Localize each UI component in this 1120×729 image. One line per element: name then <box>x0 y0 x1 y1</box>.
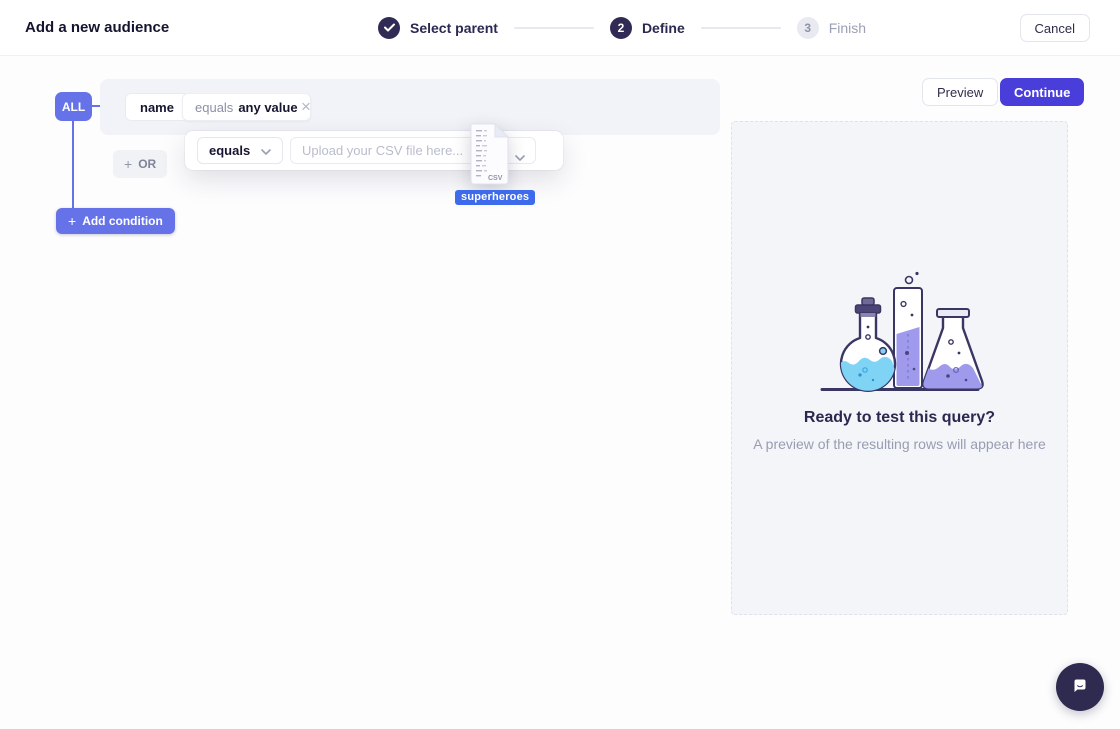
plus-icon: + <box>124 156 132 172</box>
continue-button[interactable]: Continue <box>1000 78 1084 106</box>
step-2-label: Define <box>642 20 685 36</box>
condition-operator-chip[interactable]: equals any value <box>182 93 311 121</box>
add-condition-button[interactable]: + Add condition <box>56 208 175 234</box>
step-1-circle <box>378 17 400 39</box>
step-2-circle: 2 <box>610 17 632 39</box>
add-audience-screen: Add a new audience Select parent 2 Defin… <box>0 0 1120 729</box>
csv-file-icon[interactable]: CSV <box>467 123 511 185</box>
chat-launcher-button[interactable] <box>1056 663 1104 711</box>
stepper: Select parent 2 Define 3 Finish <box>378 0 866 56</box>
preview-button[interactable]: Preview <box>922 78 998 106</box>
csv-file-type-label: CSV <box>488 175 503 182</box>
preview-panel: Ready to test this query? A preview of t… <box>731 121 1068 615</box>
step-3-circle: 3 <box>797 17 819 39</box>
step-define: 2 Define <box>610 17 685 39</box>
flasks-illustration <box>810 270 990 401</box>
check-icon <box>384 21 395 35</box>
preview-panel-title: Ready to test this query? <box>732 409 1067 427</box>
condition-field-chip[interactable]: name <box>125 93 189 121</box>
header: Add a new audience Select parent 2 Defin… <box>0 0 1120 56</box>
chevron-down-icon <box>261 143 271 158</box>
add-condition-label: Add condition <box>82 214 163 228</box>
drag-file-name-label: superheroes <box>455 190 535 205</box>
add-or-button[interactable]: + OR <box>113 150 167 178</box>
remove-condition-button[interactable]: × <box>297 98 315 116</box>
plus-icon: + <box>68 213 76 229</box>
step-connector <box>514 27 594 29</box>
step-1-label: Select parent <box>410 20 498 36</box>
chevron-down-icon[interactable] <box>515 148 525 166</box>
tree-connector-vertical <box>72 121 74 208</box>
condition-operator-text: equals <box>195 100 233 115</box>
condition-group: name equals any value × <box>100 79 720 135</box>
group-operator-toggle[interactable]: ALL <box>55 92 92 121</box>
or-button-label: OR <box>138 157 156 171</box>
step-finish: 3 Finish <box>797 17 866 39</box>
chat-bubble-icon <box>1067 673 1093 702</box>
cancel-button[interactable]: Cancel <box>1020 14 1090 42</box>
page-title: Add a new audience <box>25 0 169 56</box>
close-icon: × <box>301 97 311 116</box>
preview-panel-subtitle: A preview of the resulting rows will app… <box>732 436 1067 452</box>
step-3-label: Finish <box>829 20 866 36</box>
step-select-parent: Select parent <box>378 17 498 39</box>
step-connector <box>701 27 781 29</box>
operator-select-value: equals <box>209 143 250 158</box>
condition-value-text: any value <box>238 100 297 115</box>
operator-select[interactable]: equals <box>197 137 283 164</box>
